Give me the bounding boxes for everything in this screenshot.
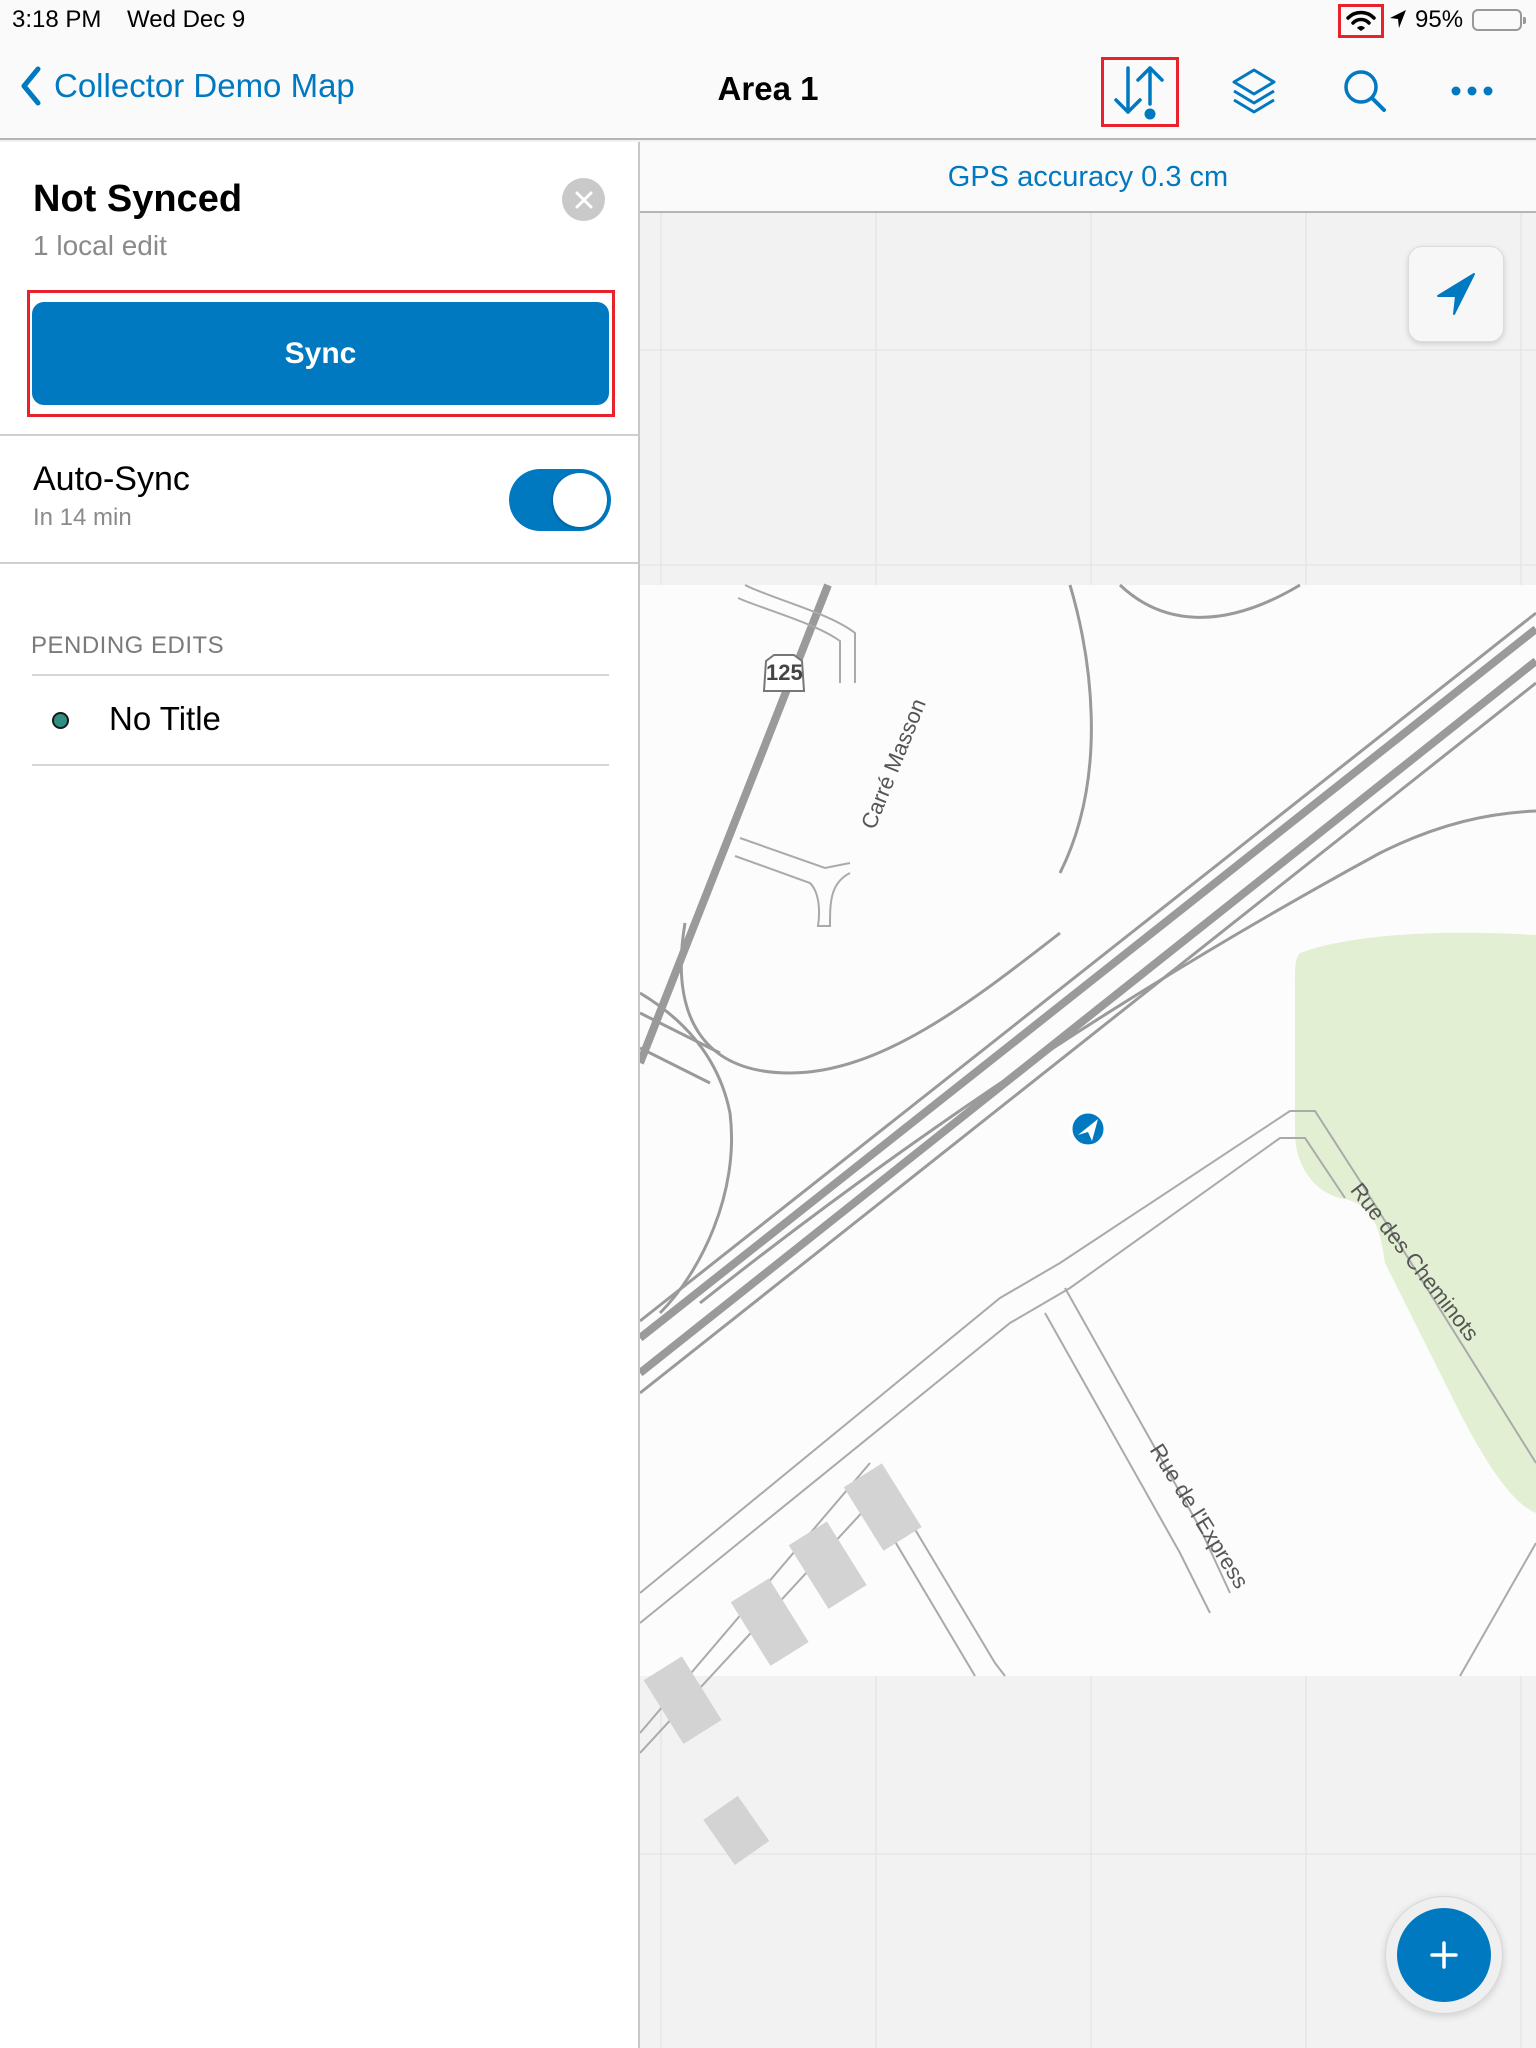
locate-button[interactable] — [1408, 246, 1504, 342]
add-feature-button[interactable] — [1385, 1896, 1503, 2014]
back-label: Collector Demo Map — [54, 67, 355, 104]
map-view[interactable]: 125 Carré Masson Rue des Cheminots Rue d… — [640, 213, 1536, 2048]
search-button[interactable] — [1326, 56, 1404, 126]
search-icon — [1344, 70, 1386, 112]
status-bar: 3:18 PM Wed Dec 9 95% — [0, 0, 1536, 40]
toggle-knob — [553, 473, 607, 527]
sync-status-title: Not Synced — [33, 178, 243, 220]
sync-panel: Not Synced 1 local edit Sync Auto-Sync I… — [0, 142, 640, 2048]
layers-icon — [1232, 68, 1276, 114]
route-shield: 125 — [760, 653, 808, 698]
status-date: Wed Dec 9 — [127, 6, 246, 33]
map-canvas[interactable] — [640, 213, 1536, 2048]
auto-sync-countdown: In 14 min — [33, 504, 132, 531]
divider — [0, 434, 638, 436]
sync-now-button[interactable]: Sync — [32, 302, 609, 405]
location-arrow-icon — [1388, 8, 1408, 30]
battery-percent: 95% — [1415, 6, 1464, 33]
divider — [0, 562, 638, 564]
sync-button[interactable] — [1101, 57, 1179, 127]
auto-sync-label: Auto-Sync — [33, 460, 190, 498]
pending-edit-item[interactable]: No Title — [32, 676, 609, 764]
point-symbol-icon — [52, 712, 69, 729]
navigation-arrow-icon — [1437, 273, 1475, 315]
more-icon — [1451, 86, 1493, 96]
route-shield-number: 125 — [766, 660, 803, 685]
current-location-marker — [1069, 1110, 1107, 1148]
back-button[interactable]: Collector Demo Map — [20, 66, 355, 106]
more-button[interactable] — [1433, 56, 1511, 126]
plus-icon — [1430, 1941, 1458, 1969]
battery-icon — [1472, 9, 1526, 31]
nav-bar: Collector Demo Map Area 1 — [0, 40, 1536, 140]
sync-icon — [1114, 66, 1164, 120]
auto-sync-toggle[interactable] — [509, 469, 611, 531]
close-icon — [575, 191, 592, 208]
gps-accuracy-bar: GPS accuracy 0.3 cm — [640, 142, 1536, 213]
close-button[interactable] — [562, 178, 605, 221]
chevron-left-icon — [21, 66, 41, 106]
wifi-icon — [1338, 4, 1384, 38]
layers-button[interactable] — [1215, 56, 1293, 126]
list-separator — [32, 764, 609, 766]
pending-edits-header: PENDING EDITS — [31, 632, 225, 659]
pending-edit-title: No Title — [109, 700, 221, 737]
status-time: 3:18 PM — [12, 6, 102, 33]
local-edit-count: 1 local edit — [33, 230, 167, 261]
